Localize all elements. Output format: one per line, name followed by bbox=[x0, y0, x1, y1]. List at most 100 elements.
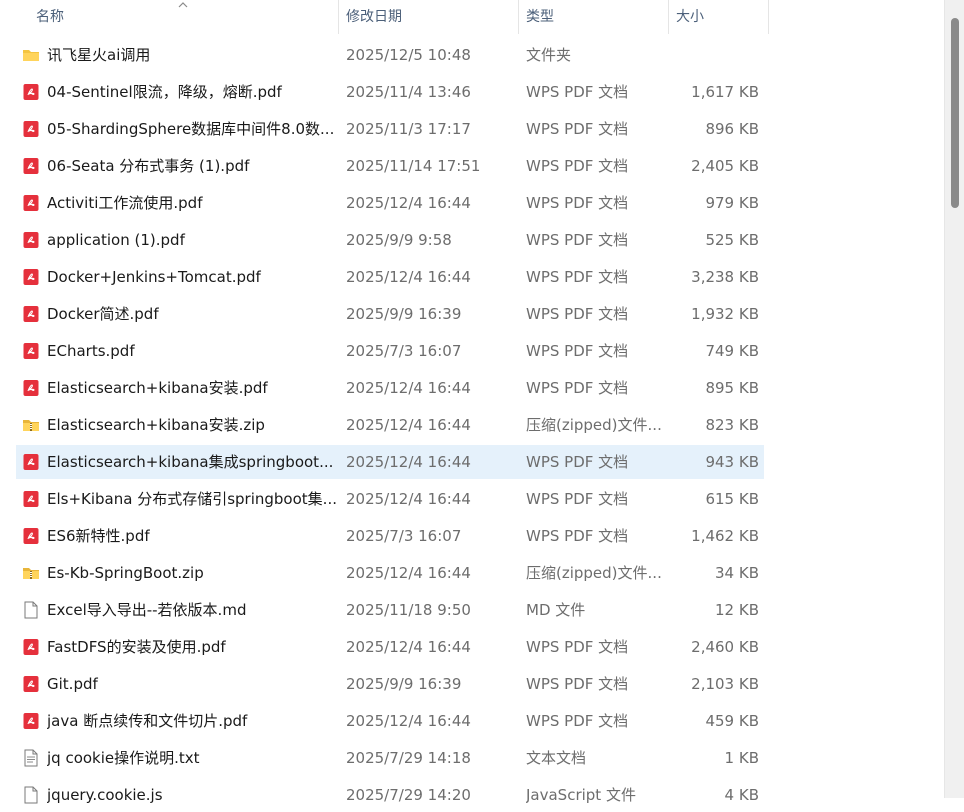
js-icon bbox=[22, 786, 40, 804]
file-row[interactable]: jq cookie操作说明.txt 2025/7/29 14:18 文本文档 1 KB bbox=[16, 741, 764, 775]
file-date: 2025/11/3 17:17 bbox=[346, 120, 471, 138]
file-name: Docker+Jenkins+Tomcat.pdf bbox=[47, 268, 261, 286]
file-type: WPS PDF 文档 bbox=[526, 231, 629, 249]
file-row[interactable]: Activiti工作流使用.pdf 2025/12/4 16:44 WPS PDF … bbox=[16, 186, 764, 220]
pdf-icon bbox=[22, 157, 40, 175]
file-name: ES6新特性.pdf bbox=[47, 527, 150, 545]
pdf-icon bbox=[22, 342, 40, 360]
pdf-icon bbox=[22, 527, 40, 545]
file-name: 05-ShardingSphere数据库中间件8.0数... bbox=[47, 120, 335, 138]
file-name: Elasticsearch+kibana安装.zip bbox=[47, 416, 265, 434]
file-name: Excel导入导出--若依版本.md bbox=[47, 601, 247, 619]
file-date: 2025/11/14 17:51 bbox=[346, 157, 481, 175]
column-divider[interactable] bbox=[668, 0, 669, 34]
file-date: 2025/9/9 9:58 bbox=[346, 231, 452, 249]
file-type: 压缩(zipped)文件... bbox=[526, 564, 662, 582]
file-type: WPS PDF 文档 bbox=[526, 712, 629, 730]
file-size: 615 KB bbox=[705, 490, 759, 508]
file-row[interactable]: jquery.cookie.js 2025/7/29 14:20 JavaScrip… bbox=[16, 778, 764, 812]
file-name: 讯飞星火ai调用 bbox=[47, 46, 151, 64]
file-name: jq cookie操作说明.txt bbox=[47, 749, 200, 767]
vertical-scrollbar[interactable] bbox=[944, 0, 964, 798]
file-size: 34 KB bbox=[715, 564, 759, 582]
file-size: 2,460 KB bbox=[691, 638, 759, 656]
file-type: WPS PDF 文档 bbox=[526, 120, 629, 138]
file-row[interactable]: Elasticsearch+kibana安装.zip 2025/12/4 16:4… bbox=[16, 408, 764, 442]
file-size: 2,405 KB bbox=[691, 157, 759, 175]
file-date: 2025/12/4 16:44 bbox=[346, 638, 471, 656]
pdf-icon bbox=[22, 231, 40, 249]
file-date: 2025/12/4 16:44 bbox=[346, 416, 471, 434]
zip-icon bbox=[22, 564, 40, 582]
file-row[interactable]: Elasticsearch+kibana安装.pdf 2025/12/4 16:4… bbox=[16, 371, 764, 405]
file-row[interactable]: 讯飞星火ai调用 2025/12/5 10:48 文件夹 bbox=[16, 38, 764, 72]
file-type: WPS PDF 文档 bbox=[526, 268, 629, 286]
file-type: WPS PDF 文档 bbox=[526, 194, 629, 212]
file-row[interactable]: java 断点续传和文件切片.pdf 2025/12/4 16:44 WPS PDF… bbox=[16, 704, 764, 738]
file-size: 525 KB bbox=[705, 231, 759, 249]
file-date: 2025/12/4 16:44 bbox=[346, 490, 471, 508]
pdf-icon bbox=[22, 305, 40, 323]
file-date: 2025/12/4 16:44 bbox=[346, 194, 471, 212]
file-row[interactable]: ECharts.pdf 2025/7/3 16:07 WPS PDF 文档 749 K… bbox=[16, 334, 764, 368]
file-type: WPS PDF 文档 bbox=[526, 305, 629, 323]
file-size: 895 KB bbox=[705, 379, 759, 397]
pdf-icon bbox=[22, 194, 40, 212]
file-row[interactable]: 06-Seata 分布式事务 (1).pdf 2025/11/14 17:51 WP… bbox=[16, 149, 764, 183]
file-date: 2025/9/9 16:39 bbox=[346, 675, 462, 693]
file-type: WPS PDF 文档 bbox=[526, 157, 629, 175]
file-name: Elasticsearch+kibana安装.pdf bbox=[47, 379, 268, 397]
file-date: 2025/12/4 16:44 bbox=[346, 712, 471, 730]
file-row[interactable]: Docker简述.pdf 2025/9/9 16:39 WPS PDF 文档 1,93… bbox=[16, 297, 764, 331]
column-divider[interactable] bbox=[768, 0, 769, 34]
file-size: 896 KB bbox=[705, 120, 759, 138]
file-date: 2025/7/29 14:20 bbox=[346, 786, 471, 804]
pdf-icon bbox=[22, 490, 40, 508]
file-type: WPS PDF 文档 bbox=[526, 527, 629, 545]
pdf-icon bbox=[22, 83, 40, 101]
file-row[interactable]: application (1).pdf 2025/9/9 9:58 WPS PDF … bbox=[16, 223, 764, 257]
file-type: 文本文档 bbox=[526, 749, 587, 767]
file-type: 文件夹 bbox=[526, 46, 572, 64]
column-divider[interactable] bbox=[518, 0, 519, 34]
sort-ascending-icon bbox=[178, 2, 188, 8]
file-size: 823 KB bbox=[705, 416, 759, 434]
file-row[interactable]: 04-Sentinel限流，降级，熔断.pdf 2025/11/4 13:46 WP… bbox=[16, 75, 764, 109]
file-row[interactable]: Es-Kb-SpringBoot.zip 2025/12/4 16:44 压缩(zi… bbox=[16, 556, 764, 590]
file-date: 2025/12/4 16:44 bbox=[346, 268, 471, 286]
file-size: 1,617 KB bbox=[691, 83, 759, 101]
file-name: 04-Sentinel限流，降级，熔断.pdf bbox=[47, 83, 282, 101]
file-size: 4 KB bbox=[724, 786, 759, 804]
file-row[interactable]: Els+Kibana 分布式存储引springboot集... 2025/12/4… bbox=[16, 482, 764, 516]
column-type-header[interactable]: 类型 bbox=[526, 0, 666, 34]
file-name: FastDFS的安装及使用.pdf bbox=[47, 638, 226, 656]
file-row[interactable]: FastDFS的安装及使用.pdf 2025/12/4 16:44 WPS PDF … bbox=[16, 630, 764, 664]
file-size: 1 KB bbox=[724, 749, 759, 767]
file-date: 2025/11/4 13:46 bbox=[346, 83, 471, 101]
pdf-icon bbox=[22, 453, 40, 471]
column-date-header[interactable]: 修改日期 bbox=[346, 0, 516, 34]
scrollbar-thumb[interactable] bbox=[951, 18, 959, 208]
file-type: WPS PDF 文档 bbox=[526, 342, 629, 360]
column-divider[interactable] bbox=[338, 0, 339, 34]
file-row[interactable]: Docker+Jenkins+Tomcat.pdf 2025/12/4 16:44… bbox=[16, 260, 764, 294]
file-name: ECharts.pdf bbox=[47, 342, 135, 360]
pdf-icon bbox=[22, 638, 40, 656]
column-size-header[interactable]: 大小 bbox=[676, 0, 766, 34]
file-row[interactable]: ES6新特性.pdf 2025/7/3 16:07 WPS PDF 文档 1,462 … bbox=[16, 519, 764, 553]
file-name: Docker简述.pdf bbox=[47, 305, 159, 323]
column-header: 名称 修改日期 类型 大小 bbox=[0, 0, 944, 34]
file-row[interactable]: Elasticsearch+kibana集成springboot... 2025/… bbox=[16, 445, 764, 479]
file-row[interactable]: 05-ShardingSphere数据库中间件8.0数... 2025/11/3 … bbox=[16, 112, 764, 146]
pdf-icon bbox=[22, 379, 40, 397]
file-size: 459 KB bbox=[705, 712, 759, 730]
file-size: 1,462 KB bbox=[691, 527, 759, 545]
file-size bbox=[676, 38, 759, 72]
file-date: 2025/12/4 16:44 bbox=[346, 453, 471, 471]
file-type: WPS PDF 文档 bbox=[526, 453, 629, 471]
file-row[interactable]: Git.pdf 2025/9/9 16:39 WPS PDF 文档 2,103 KB bbox=[16, 667, 764, 701]
file-type: 压缩(zipped)文件... bbox=[526, 416, 662, 434]
file-date: 2025/11/18 9:50 bbox=[346, 601, 471, 619]
file-row[interactable]: Excel导入导出--若依版本.md 2025/11/18 9:50 MD 文件 12… bbox=[16, 593, 764, 627]
file-name: Els+Kibana 分布式存储引springboot集... bbox=[47, 490, 337, 508]
